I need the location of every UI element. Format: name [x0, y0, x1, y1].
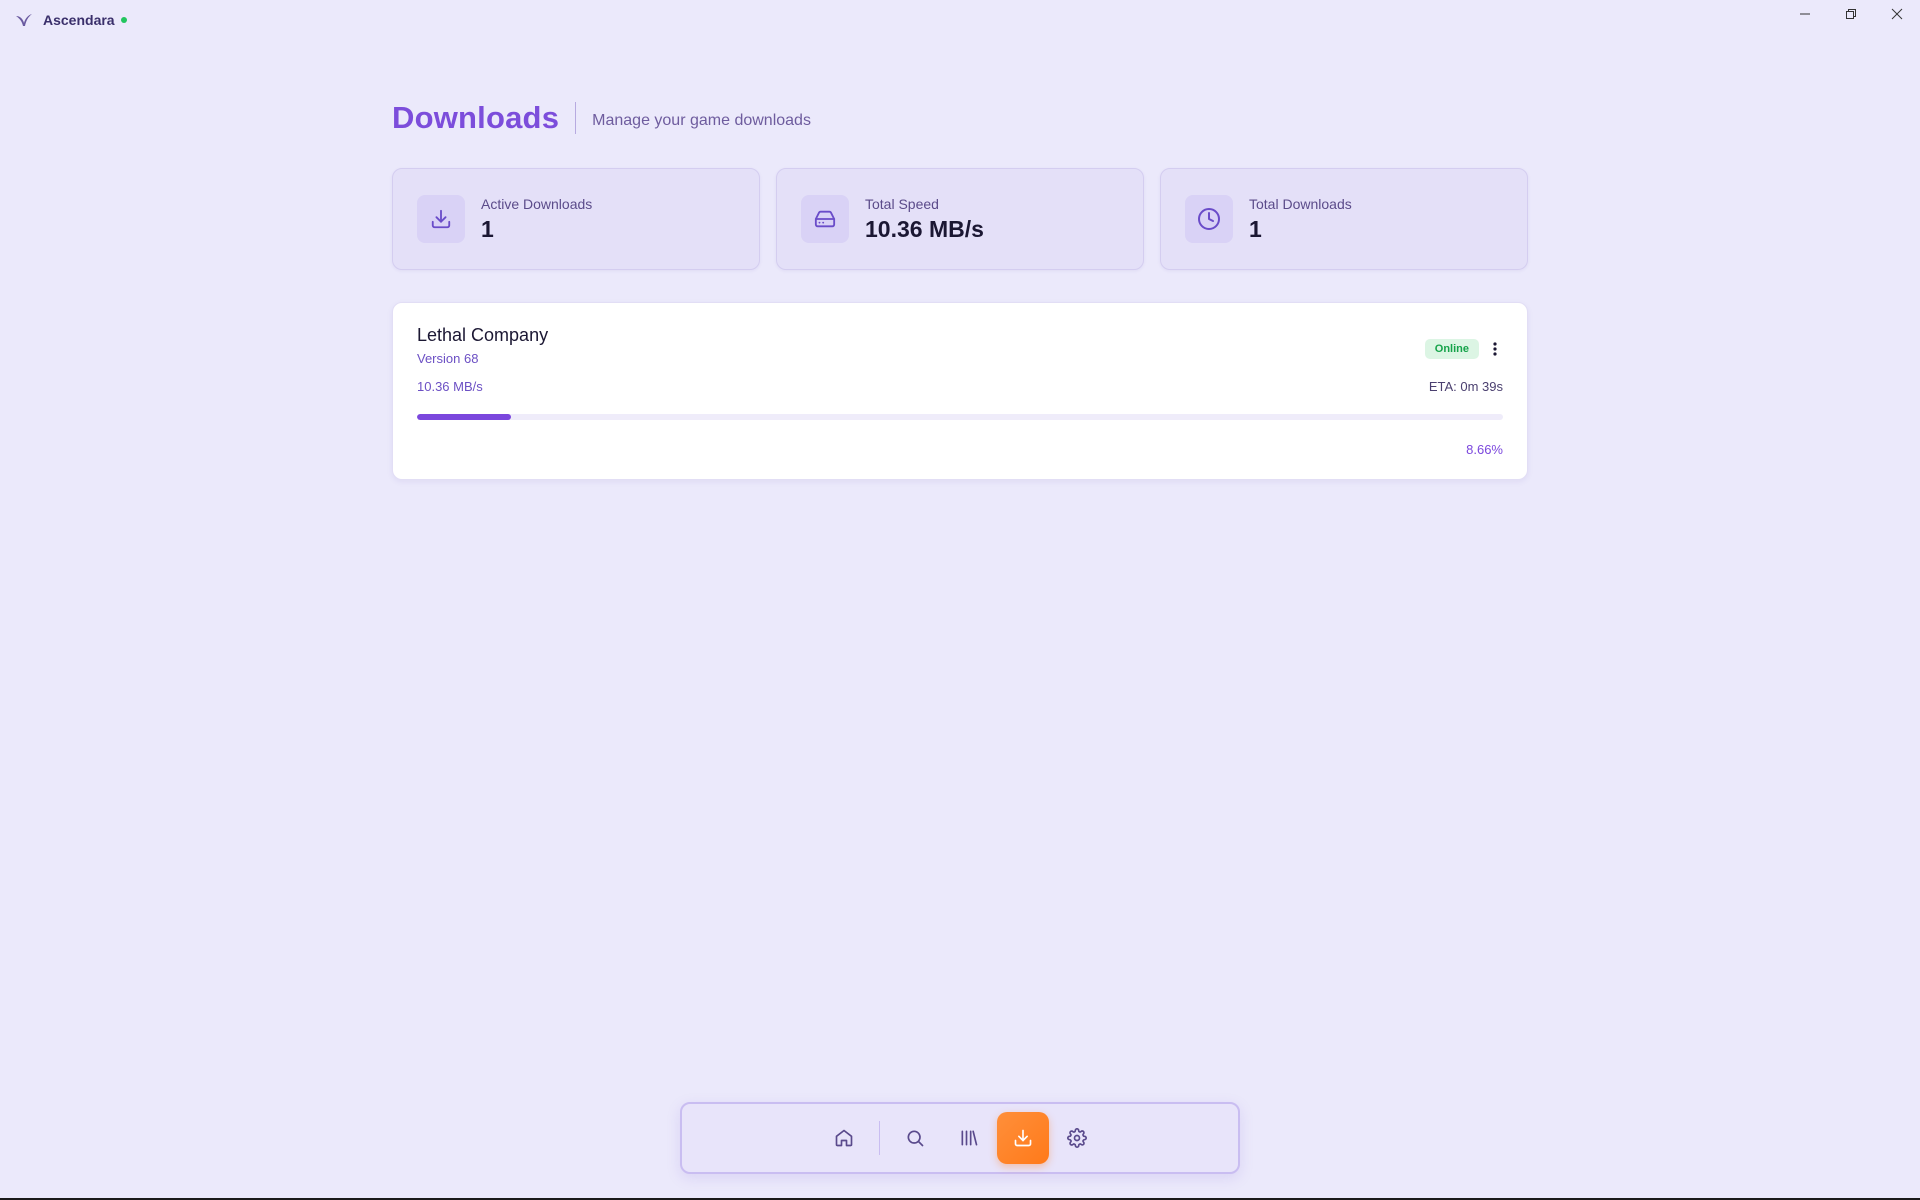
progress-percent: 8.66%	[1466, 442, 1503, 457]
gear-icon	[1066, 1128, 1087, 1148]
search-icon	[907, 1130, 923, 1147]
stat-value: 1	[481, 215, 494, 242]
stat-label: Total Downloads	[1249, 195, 1352, 212]
page-subtitle: Manage your game downloads	[592, 112, 811, 129]
minimize-icon	[1800, 13, 1810, 15]
stat-value: 10.36 MB/s	[865, 215, 984, 242]
window-controls	[1782, 0, 1920, 28]
stat-label: Active Downloads	[481, 195, 593, 212]
card-actions: Online	[1424, 339, 1503, 359]
nav-search-button[interactable]	[889, 1112, 941, 1164]
stat-text: Total Speed 10.36 MB/s	[865, 196, 984, 243]
restore-icon	[1846, 9, 1856, 19]
maximize-button[interactable]	[1828, 0, 1874, 28]
home-icon	[835, 1129, 852, 1147]
progress-bar-fill	[417, 414, 512, 420]
download-icon	[431, 209, 451, 229]
stat-text: Active Downloads 1	[481, 196, 592, 243]
page-header: Downloads Manage your game downloads	[392, 98, 1528, 138]
hard-drive-icon	[814, 210, 836, 228]
nav-divider	[878, 1121, 880, 1155]
game-version: Version 68	[417, 351, 479, 366]
stat-icon-box	[801, 195, 849, 243]
close-icon	[1891, 8, 1903, 20]
bottom-nav	[680, 1102, 1240, 1174]
app-brand: Ascendara	[0, 11, 127, 29]
stat-card-total-speed: Total Speed 10.36 MB/s	[776, 168, 1144, 270]
stat-value: 1	[1249, 215, 1262, 242]
progress-bar	[417, 414, 1503, 420]
nav-home-button[interactable]	[818, 1112, 870, 1164]
more-options-button[interactable]	[1487, 339, 1503, 359]
library-icon	[961, 1130, 977, 1146]
download-speed: 10.36 MB/s	[417, 379, 483, 394]
ascendara-logo-icon	[15, 11, 33, 29]
download-item-card: Lethal Company Version 68 Online 10.36 M…	[392, 302, 1528, 480]
game-name: Lethal Company	[417, 325, 549, 345]
download-icon	[1014, 1129, 1031, 1147]
speed-row: 10.36 MB/s ETA: 0m 39s	[417, 379, 1503, 394]
main-content: Downloads Manage your game downloads Act…	[392, 98, 1528, 480]
stat-icon-box	[1185, 195, 1233, 243]
stat-card-total-downloads: Total Downloads 1	[1160, 168, 1528, 270]
title-bar: Ascendara	[0, 0, 1920, 40]
app-name: Ascendara	[43, 12, 115, 28]
nav-settings-button[interactable]	[1051, 1112, 1103, 1164]
minimize-button[interactable]	[1782, 0, 1828, 28]
stat-text: Total Downloads 1	[1249, 196, 1352, 243]
stat-label: Total Speed	[865, 195, 939, 212]
status-badge: Online	[1424, 339, 1479, 359]
close-button[interactable]	[1874, 0, 1920, 28]
stats-row: Active Downloads 1 Total Speed 10.36 MB/…	[392, 168, 1528, 270]
page-title: Downloads	[392, 100, 560, 135]
download-eta: ETA: 0m 39s	[1428, 379, 1503, 394]
stat-icon-box	[417, 195, 465, 243]
nav-downloads-button[interactable]	[996, 1112, 1049, 1164]
app-status-dot	[120, 17, 127, 23]
nav-library-button[interactable]	[943, 1112, 995, 1164]
clock-icon	[1198, 208, 1220, 230]
stat-card-active-downloads: Active Downloads 1	[392, 168, 760, 270]
header-divider	[575, 102, 577, 134]
more-vertical-icon	[1493, 342, 1497, 356]
